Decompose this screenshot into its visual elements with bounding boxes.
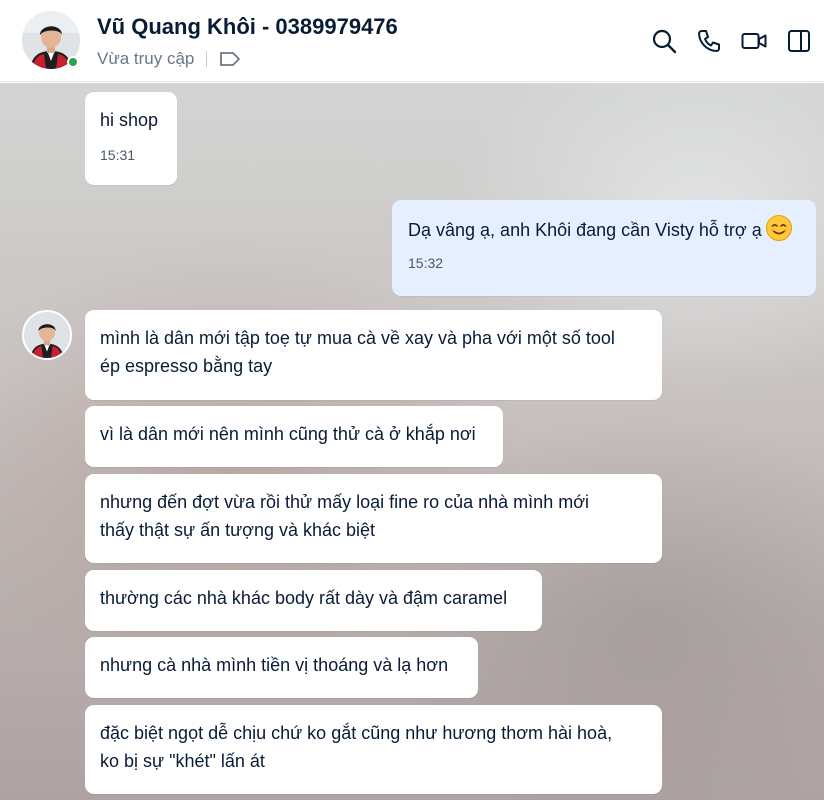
message-text: hi shop (100, 110, 159, 130)
message-text: Dạ vâng ạ, anh Khôi đang cần Visty hỗ tr… (408, 220, 762, 240)
search-icon[interactable] (650, 27, 678, 55)
message-bubble[interactable]: nhưng đến đợt vừa rồi thử mấy loại fine … (85, 474, 662, 563)
message-text: vì là dân mới nên mình cũng thử cà ở khắ… (100, 424, 476, 444)
last-seen-status: Vừa truy cập (97, 49, 195, 68)
message-bubble[interactable]: hi shop 15:31 (85, 92, 177, 185)
message-text: nhưng cà nhà mình tiền vị thoáng và lạ h… (100, 655, 449, 675)
message-line: nhưng đến đợt vừa rồi thử mấy loại fine … (100, 492, 589, 512)
header-actions (650, 26, 813, 56)
message-bubble[interactable]: thường các nhà khác body rất dày và đậm … (85, 570, 542, 631)
message-text-row: Dạ vâng ạ, anh Khôi đang cần Visty hỗ tr… (408, 214, 801, 244)
contact-name[interactable]: Vũ Quang Khôi - 0389979476 (97, 14, 398, 40)
message-line: ép espresso bằng tay (100, 356, 273, 376)
message-line: ko bị sự "khét" lấn át (100, 751, 265, 771)
message-time: 15:31 (100, 147, 136, 163)
chat-message-area[interactable]: hi shop 15:31 Dạ vâng ạ, anh Khôi đang c… (0, 83, 824, 800)
message-text: thường các nhà khác body rất dày và đậm … (100, 588, 508, 608)
message-line: đặc biệt ngọt dễ chịu chứ ko gắt cũng nh… (100, 723, 613, 743)
message-bubble[interactable]: vì là dân mới nên mình cũng thử cà ở khắ… (85, 406, 503, 467)
sender-avatar[interactable] (22, 310, 72, 360)
message-time: 15:32 (408, 255, 444, 271)
status-divider (206, 51, 208, 67)
contact-status-row: Vừa truy cập (97, 48, 241, 70)
video-call-icon[interactable] (740, 27, 768, 55)
message-bubble[interactable]: mình là dân mới tập toẹ tự mua cà về xay… (85, 310, 662, 400)
message-bubble[interactable]: nhưng cà nhà mình tiền vị thoáng và lạ h… (85, 637, 478, 698)
sidebar-toggle-icon[interactable] (785, 27, 813, 55)
message-bubble[interactable]: đặc biệt ngọt dễ chịu chứ ko gắt cũng nh… (85, 705, 662, 794)
message-line: mình là dân mới tập toẹ tự mua cà về xay… (100, 328, 615, 348)
message-line: thấy thật sự ấn tượng và khác biệt (100, 520, 376, 540)
online-status-dot (67, 56, 79, 68)
phone-icon[interactable] (695, 27, 723, 55)
smiling-face-icon (765, 215, 792, 241)
tag-icon[interactable] (219, 51, 241, 67)
message-bubble-outgoing[interactable]: Dạ vâng ạ, anh Khôi đang cần Visty hỗ tr… (392, 200, 816, 296)
chat-header: Vũ Quang Khôi - 0389979476 Vừa truy cập (0, 0, 824, 82)
